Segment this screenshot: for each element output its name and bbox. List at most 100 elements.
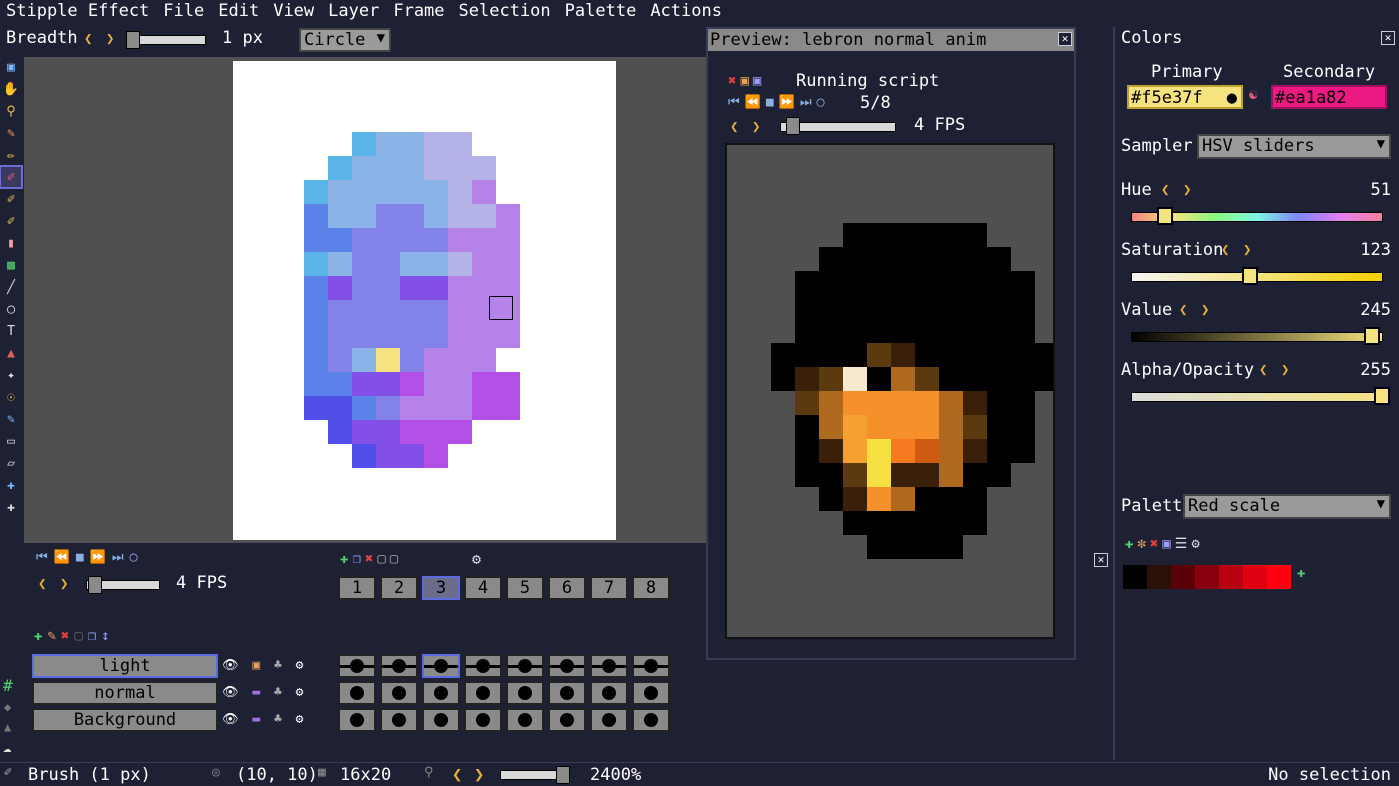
timeline-cell[interactable] [632, 654, 670, 678]
palette-swatch[interactable] [1147, 565, 1171, 589]
wand-icon[interactable]: ✦ [1, 365, 21, 385]
drawing-canvas[interactable] [24, 57, 706, 543]
close-panel-icon[interactable]: ✕ [1094, 553, 1108, 567]
fps-increase-icon[interactable]: ❯ [60, 576, 68, 592]
preview-fps-decrease-icon[interactable]: ❮ [730, 119, 738, 135]
timeline-cell[interactable] [338, 681, 376, 705]
fill-icon[interactable]: ▲ [1, 343, 21, 363]
script-controls[interactable]: ✖▣▣ [728, 73, 765, 89]
outline-icon[interactable]: ✎ [1, 409, 21, 429]
frame-button-7[interactable]: 7 [590, 576, 628, 600]
timeline-cell[interactable] [632, 681, 670, 705]
alpha-slider-thumb[interactable] [1374, 387, 1390, 405]
hue-increase-icon[interactable]: ❯ [1183, 182, 1191, 198]
frame-button-5[interactable]: 5 [506, 576, 544, 600]
palette-swatch[interactable] [1195, 565, 1219, 589]
menu-view[interactable]: View [266, 0, 321, 24]
menu-layer[interactable]: Layer [321, 0, 386, 24]
menu-edit[interactable]: Edit [211, 0, 266, 24]
hand-icon[interactable]: ✋ [1, 79, 21, 99]
layer-actions[interactable]: ✚✎✖▢❐↕ [34, 628, 115, 644]
eraser-icon[interactable]: ▮ [1, 233, 21, 253]
playback-controls[interactable]: ⏮⏪■⏩⏭◯ [36, 550, 143, 565]
grid-icon[interactable]: # [3, 676, 13, 695]
add-swatch-icon[interactable]: ✚ [1297, 565, 1305, 589]
alpha-decrease-icon[interactable]: ❮ [1259, 362, 1267, 378]
close-icon[interactable]: ✕ [1381, 31, 1395, 45]
saturation-increase-icon[interactable]: ❯ [1243, 242, 1251, 258]
timeline-cell[interactable] [338, 708, 376, 732]
palette-dropdown[interactable]: Red scale ▼ [1183, 494, 1391, 519]
layer-background-controls[interactable]: 👁 ▬ ♣ ⚙ [222, 712, 306, 727]
menu-palette[interactable]: Palette [558, 0, 644, 24]
timeline-cell[interactable] [590, 681, 628, 705]
timeline-cell[interactable] [548, 681, 586, 705]
shade-brush-icon[interactable]: ✐ [1, 189, 21, 209]
timeline-cell[interactable] [464, 681, 502, 705]
poly-select-icon[interactable]: ▱ [1, 453, 21, 473]
hue-slider-thumb[interactable] [1157, 207, 1173, 225]
timeline-cell[interactable] [380, 681, 418, 705]
shape-icon[interactable]: ◯ [1, 299, 21, 319]
breadth-decrease-icon[interactable]: ❮ [84, 31, 92, 47]
timeline-cell[interactable] [506, 681, 544, 705]
artboard[interactable] [233, 61, 616, 540]
brush-shape-dropdown[interactable]: Circle ▼ [299, 28, 391, 52]
zoom-in-icon[interactable]: ❯ [474, 765, 484, 785]
close-icon[interactable]: ✕ [1058, 32, 1072, 46]
timeline-cell[interactable] [506, 708, 544, 732]
timeline-cell[interactable] [422, 708, 460, 732]
select-icon[interactable]: ▣ [1, 57, 21, 77]
line-icon[interactable]: ╱ [1, 277, 21, 297]
frame-button-4[interactable]: 4 [464, 576, 502, 600]
value-increase-icon[interactable]: ❯ [1201, 302, 1209, 318]
eyedropper-icon[interactable]: ✎ [1, 123, 21, 143]
palette-swatch[interactable] [1123, 565, 1147, 589]
frame-actions[interactable]: ✚❐✖▢▢ [340, 551, 402, 567]
expand-icon[interactable]: ▲ [4, 720, 11, 734]
pick-up-icon[interactable]: ☉ [1, 387, 21, 407]
saturation-decrease-icon[interactable]: ❮ [1221, 242, 1229, 258]
frame-settings-icon[interactable]: ⚙ [472, 550, 481, 568]
value-slider-thumb[interactable] [1364, 327, 1380, 345]
timeline-cell[interactable] [380, 654, 418, 678]
value-slider[interactable] [1131, 332, 1383, 342]
zoom-slider-thumb[interactable] [556, 766, 570, 784]
fps-slider-thumb[interactable] [88, 576, 102, 594]
swap-colors-icon[interactable]: ☯ [1249, 87, 1257, 103]
pencil-icon[interactable]: ✏ [1, 145, 21, 165]
sampler-dropdown[interactable]: HSV sliders ▼ [1197, 134, 1391, 159]
frame-button-3[interactable]: 3 [422, 576, 460, 600]
move-icon[interactable]: ✚ [1, 475, 21, 495]
brush-icon[interactable]: ✐ [0, 165, 23, 189]
fps-decrease-icon[interactable]: ❮ [38, 576, 46, 592]
timeline-cell[interactable] [506, 654, 544, 678]
timeline-cell[interactable] [590, 654, 628, 678]
timeline-cell[interactable] [632, 708, 670, 732]
breadth-slider-thumb[interactable] [126, 31, 140, 49]
value-decrease-icon[interactable]: ❮ [1179, 302, 1187, 318]
alpha-increase-icon[interactable]: ❯ [1281, 362, 1289, 378]
scroll-arrows-icon[interactable]: ◆ [4, 700, 11, 714]
palette-swatch[interactable] [1243, 565, 1267, 589]
palette-swatch[interactable] [1267, 565, 1291, 589]
move-selection-icon[interactable]: ✚ [1, 497, 21, 517]
frame-button-6[interactable]: 6 [548, 576, 586, 600]
timeline-cell[interactable] [338, 654, 376, 678]
timeline-cell[interactable] [464, 654, 502, 678]
layer-light-controls[interactable]: 👁 ▣ ♣ ⚙ [222, 658, 306, 673]
saturation-slider-thumb[interactable] [1242, 267, 1258, 285]
layer-normal[interactable]: normal [32, 681, 218, 705]
hue-decrease-icon[interactable]: ❮ [1161, 182, 1169, 198]
frame-button-2[interactable]: 2 [380, 576, 418, 600]
palette-swatch[interactable] [1219, 565, 1243, 589]
zoom-out-icon[interactable]: ❮ [452, 765, 462, 785]
alpha-slider[interactable] [1131, 392, 1383, 402]
menu-file[interactable]: File [156, 0, 211, 24]
timeline-cell[interactable] [380, 708, 418, 732]
box-select-icon[interactable]: ▭ [1, 431, 21, 451]
layer-background[interactable]: Background [32, 708, 218, 732]
frame-button-1[interactable]: 1 [338, 576, 376, 600]
menu-selection[interactable]: Selection [452, 0, 558, 24]
cloud-icon[interactable]: ☁ [3, 740, 11, 756]
